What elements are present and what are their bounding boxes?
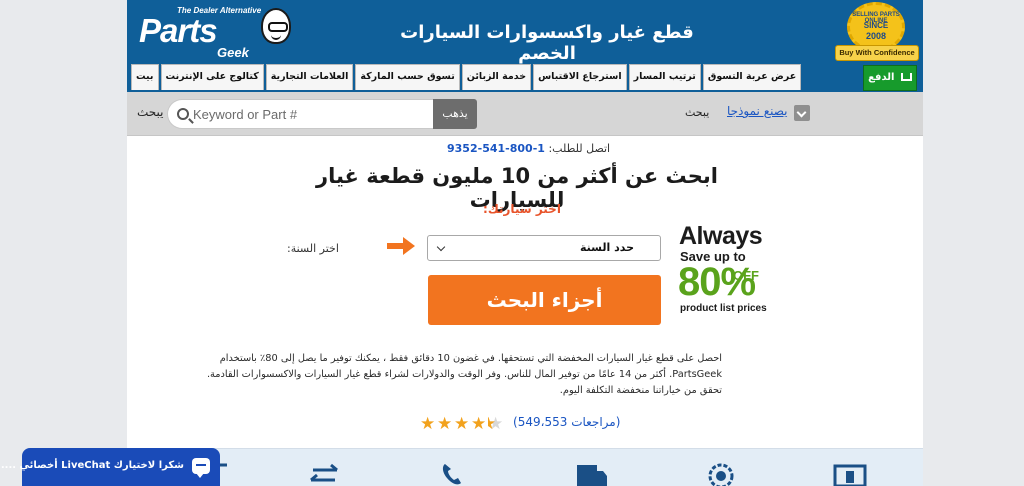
checkout-label: الدفع bbox=[868, 72, 895, 83]
badge-line2: SINCE bbox=[863, 21, 889, 30]
logo-name: Parts bbox=[139, 12, 218, 49]
search-by-vehicle-label: يبحث bbox=[685, 106, 710, 119]
nav-tab-view-cart[interactable]: عرض عربة التسوق bbox=[702, 64, 802, 90]
main-nav: بيت كتالوج على الإنترنت العلامات التجاري… bbox=[131, 64, 803, 90]
search-icon bbox=[177, 108, 189, 120]
promo-off: OFF bbox=[733, 268, 759, 283]
partsgeek-logo[interactable]: The Dealer Alternative Parts Geek bbox=[133, 2, 293, 62]
search-box bbox=[167, 99, 433, 129]
truck-icon bbox=[577, 465, 607, 486]
livechat-widget[interactable]: شكرا لاختيارك LiveChat أخصائي .... bbox=[1, 448, 220, 486]
arrow-right-icon bbox=[387, 237, 415, 255]
nav-tab-home[interactable]: بيت bbox=[131, 64, 159, 90]
nav-tab-online-catalog[interactable]: كتالوج على الإنترنت bbox=[160, 64, 264, 90]
since-2008-badge: SELLING PARTS ONLINE SINCE 2008 Buy With… bbox=[835, 2, 919, 62]
description-line: تحقق من خياراتنا منخفضة التكلفة اليوم. bbox=[559, 385, 722, 396]
header-title: قطع غيار واكسسوارات السيارات الخصم bbox=[400, 22, 694, 64]
star-icon: ★ bbox=[420, 414, 436, 434]
nav-tab-brands[interactable]: العلامات التجارية bbox=[265, 64, 354, 90]
search-bar: يبحث يذهب يبحث يصنع نموذجا bbox=[127, 92, 923, 136]
star-icon: ★ bbox=[437, 414, 453, 434]
logo-sub: Geek bbox=[217, 45, 249, 60]
checkout-button[interactable]: الدفع bbox=[863, 65, 917, 91]
description-line: PartsGeek. أكثر من 14 عامًا من توفير الم… bbox=[206, 369, 722, 380]
phone-number[interactable]: 1-800-541-9352 bbox=[447, 142, 545, 155]
cart-icon bbox=[900, 73, 912, 81]
star-rating: ★ ★ ★ ★ ★ ★ bbox=[420, 415, 506, 433]
promo-always: Always bbox=[679, 222, 763, 250]
description: احصل على قطع غيار السيارات المخفضة التي … bbox=[206, 351, 722, 399]
badge-ribbon: Buy With Confidence bbox=[835, 45, 919, 61]
exchange-arrows-icon bbox=[310, 463, 338, 482]
year-label: اختر السنة: bbox=[287, 242, 339, 255]
site-header: The Dealer Alternative Parts Geek قطع غي… bbox=[127, 0, 923, 92]
promo-product-list-prices: product list prices bbox=[680, 303, 767, 314]
reviews-count-link[interactable]: (مراجعات 549،553) bbox=[513, 415, 620, 429]
nav-tab-shop-by-make[interactable]: تسوق حسب الماركة bbox=[355, 64, 460, 90]
nav-tab-track-order[interactable]: ترتيب المسار bbox=[628, 64, 701, 90]
nav-tab-retrieve-quote[interactable]: استرجاع الاقتباس bbox=[533, 64, 627, 90]
make-model-link[interactable]: يصنع نموذجا bbox=[727, 104, 787, 118]
chat-bubble-icon bbox=[192, 458, 210, 478]
choose-car-label: اختر سيارتك: bbox=[483, 202, 561, 216]
phone-icon bbox=[442, 464, 461, 485]
go-button[interactable]: يذهب bbox=[433, 99, 477, 129]
star-icon: ★ bbox=[471, 414, 487, 434]
star-icon: ★ bbox=[454, 414, 470, 434]
phone-label: اتصل للطلب: bbox=[548, 142, 611, 155]
livechat-label: شكرا لاختيارك LiveChat أخصائي .... bbox=[0, 460, 184, 471]
order-phone: اتصل للطلب: 1-800-541-9352 bbox=[447, 142, 610, 155]
search-label: يبحث bbox=[137, 105, 164, 119]
badge-line3: 2008 bbox=[865, 31, 887, 41]
chevron-down-icon[interactable] bbox=[794, 105, 810, 121]
find-parts-button[interactable]: أجزاء البحث bbox=[428, 275, 661, 325]
year-select-value: حدد السنة bbox=[579, 241, 634, 254]
quality-seal-icon bbox=[708, 463, 734, 486]
star-half-fill: ★ bbox=[488, 415, 496, 433]
search-input[interactable] bbox=[193, 104, 428, 124]
save-80-promo: Always Save up to 80% OFF product list p… bbox=[677, 222, 777, 322]
year-select[interactable]: حدد السنة bbox=[427, 235, 661, 261]
features-strip bbox=[127, 448, 923, 486]
description-line: احصل على قطع غيار السيارات المخفضة التي … bbox=[219, 353, 722, 364]
page: The Dealer Alternative Parts Geek قطع غي… bbox=[127, 0, 923, 486]
money-icon bbox=[833, 464, 867, 486]
nav-tab-customer-service[interactable]: خدمة الزبائن bbox=[461, 64, 532, 90]
geek-mascot-icon bbox=[261, 8, 291, 44]
